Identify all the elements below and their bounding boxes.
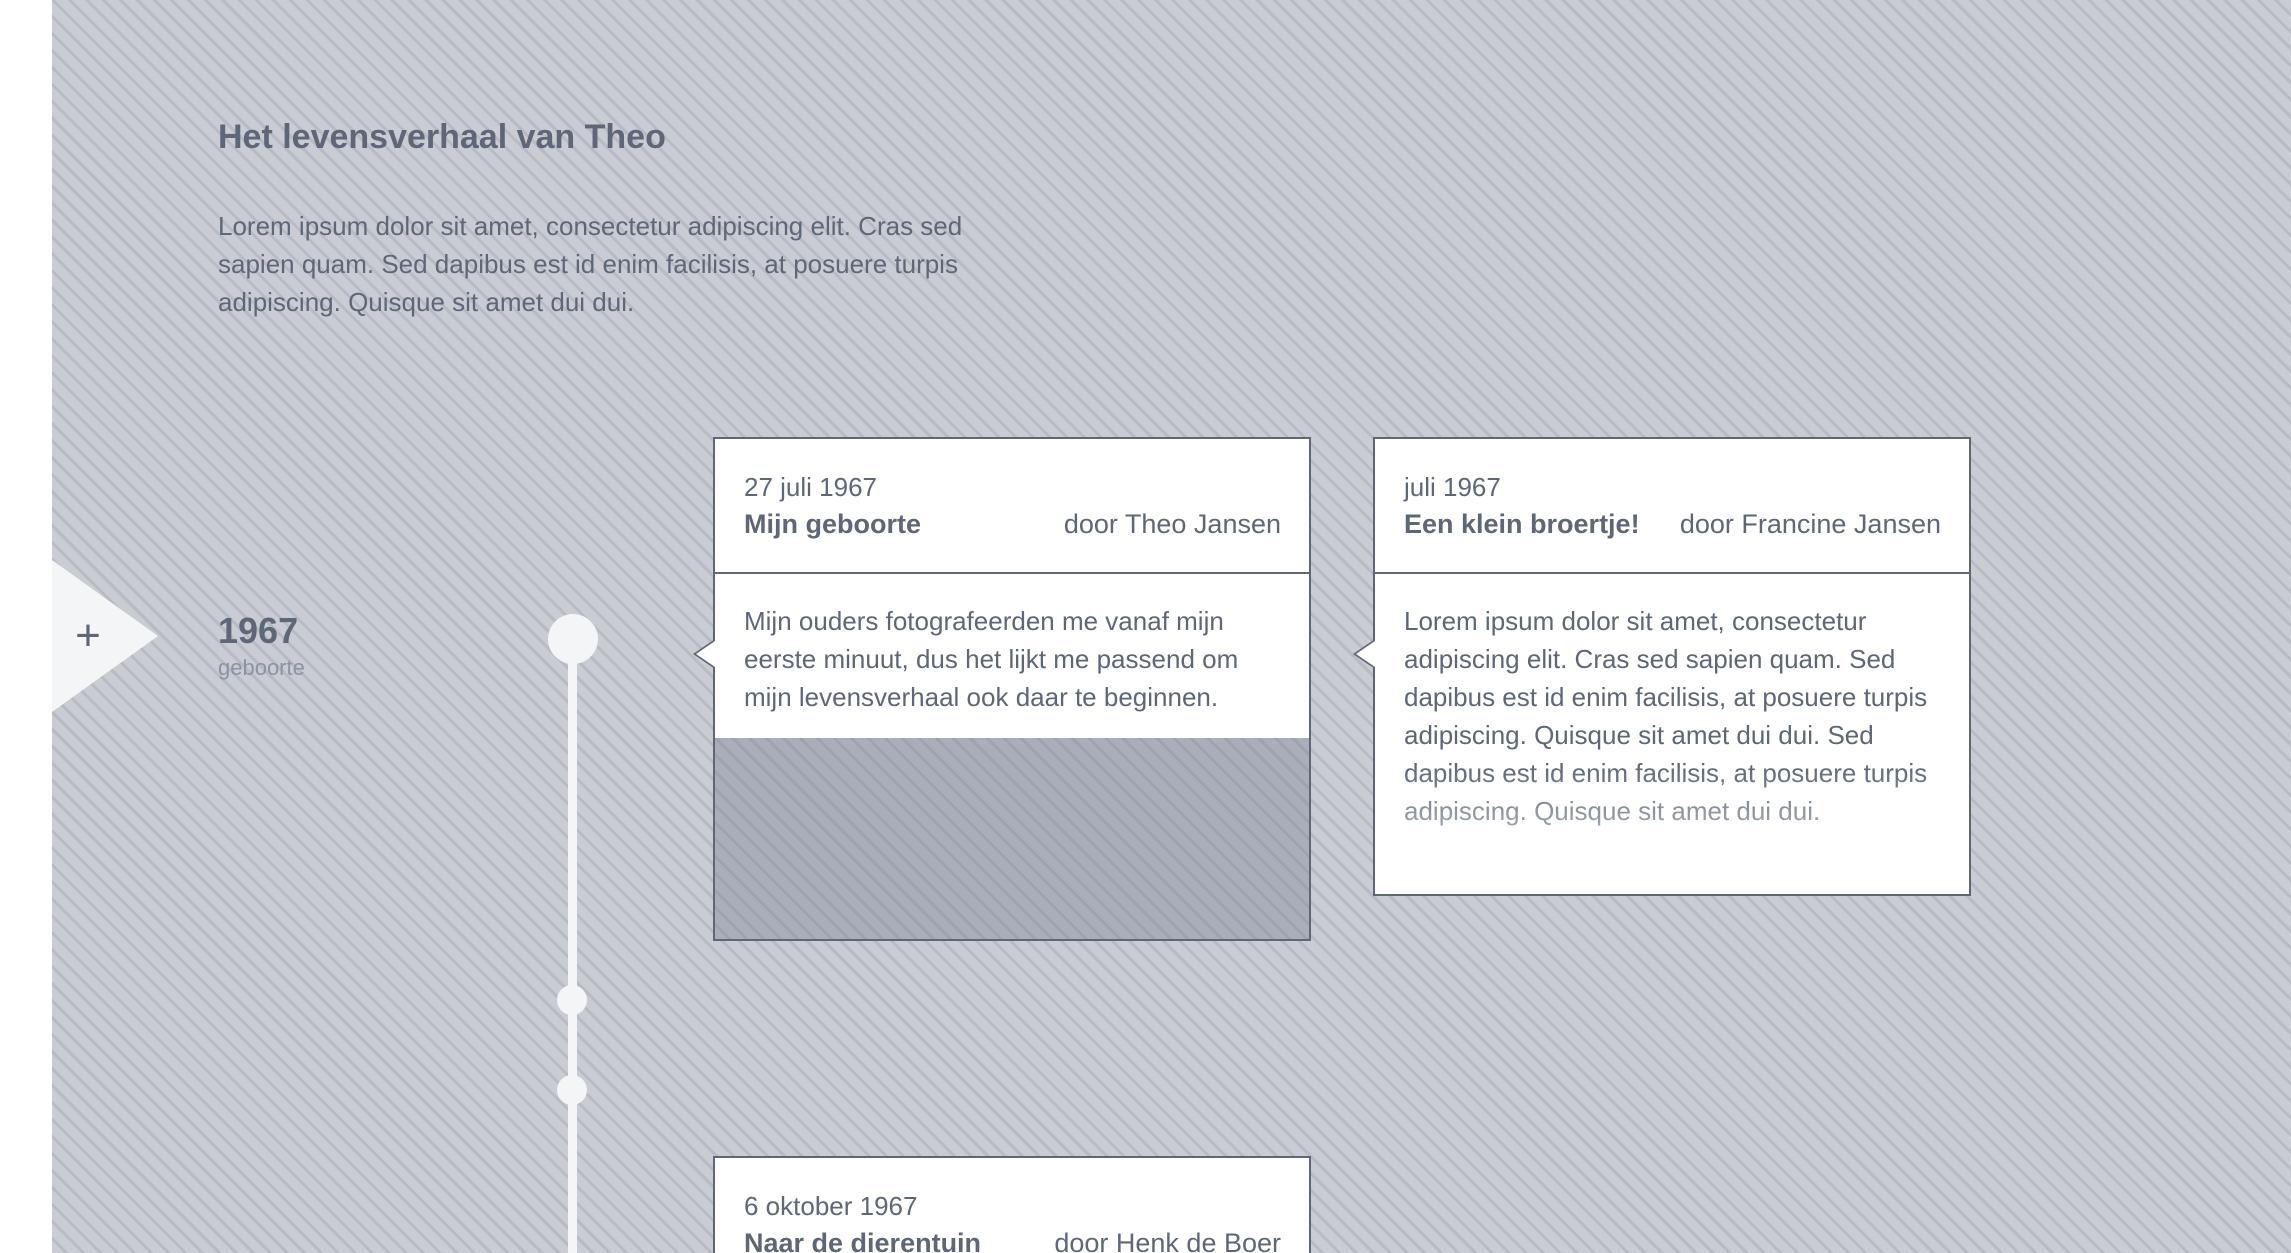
story-title: Mijn geboorte (744, 509, 921, 539)
timeline-marker-large[interactable] (548, 614, 598, 664)
card-pointer (1353, 639, 1375, 669)
story-author: door Theo Jansen (1063, 509, 1281, 539)
story-author: door Francine Jansen (1679, 509, 1941, 539)
story-card[interactable]: 6 oktober 1967 Naar de dierentuin door H… (713, 1156, 1311, 1253)
timeline-marker-small[interactable] (557, 1075, 587, 1105)
story-author: door Henk de Boer (1054, 1228, 1281, 1253)
story-date: juli 1967 (1404, 472, 1501, 502)
year-label: 1967 (218, 610, 299, 651)
story-card-header: 27 juli 1967 Mijn geboorte door Theo Jan… (715, 439, 1309, 574)
story-card-header: juli 1967 Een klein broertje! door Franc… (1375, 439, 1969, 574)
page-title: Het levensverhaal van Theo (218, 118, 666, 156)
story-card[interactable]: juli 1967 Een klein broertje! door Franc… (1353, 437, 1971, 896)
story-card[interactable]: 27 juli 1967 Mijn geboorte door Theo Jan… (693, 437, 1311, 941)
story-title: Een klein broertje! (1404, 509, 1640, 539)
year-sublabel: geboorte (218, 655, 305, 680)
story-date: 27 juli 1967 (744, 472, 877, 502)
story-text: Lorem ipsum dolor sit amet, consectetur … (1404, 606, 1928, 826)
story-text: Mijn ouders fotografeerden me vanaf mijn… (744, 606, 1239, 712)
card-pointer (693, 639, 715, 669)
story-photo-placeholder[interactable] (715, 738, 1309, 939)
plus-icon[interactable]: + (68, 612, 108, 660)
story-date: 6 oktober 1967 (744, 1191, 918, 1221)
story-card-header: 6 oktober 1967 Naar de dierentuin door H… (715, 1158, 1309, 1253)
page-intro: Lorem ipsum dolor sit amet, consectetur … (218, 211, 963, 317)
timeline-marker-small[interactable] (557, 985, 587, 1015)
timeline-line (568, 640, 577, 1253)
story-title: Naar de dierentuin (744, 1228, 982, 1253)
